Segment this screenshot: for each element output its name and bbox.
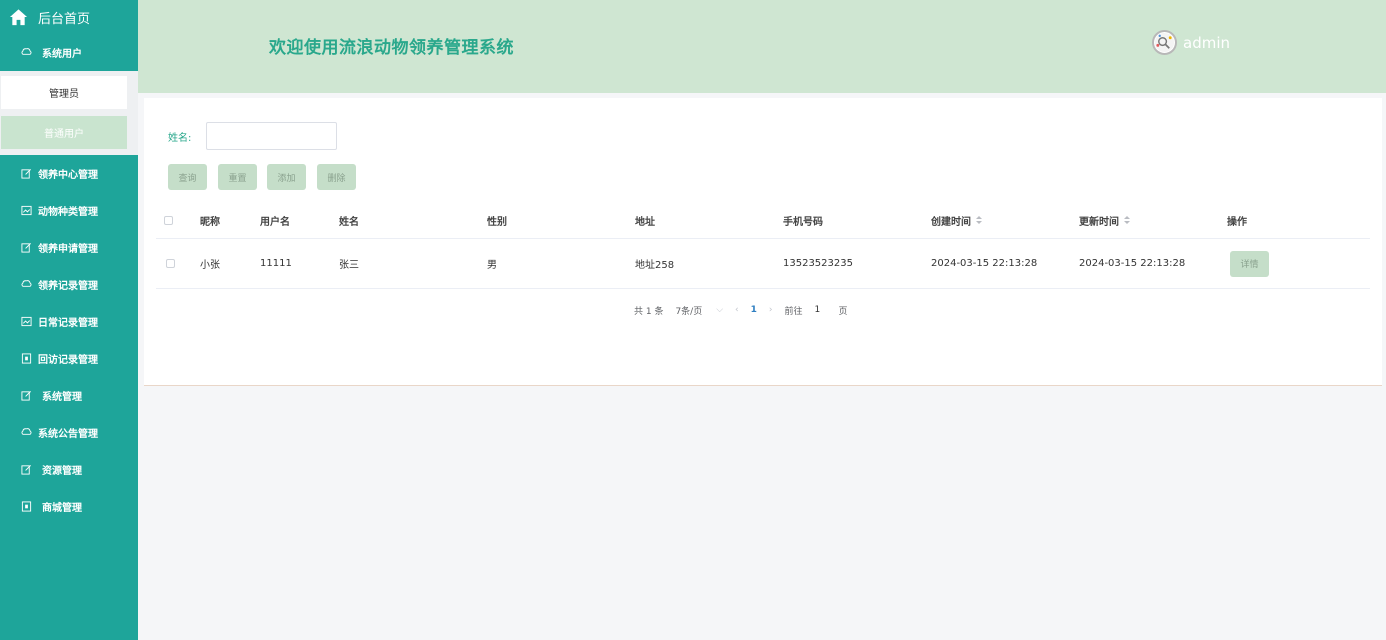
sidebar-item-system-users[interactable]: 系统用户	[0, 34, 138, 71]
column-header-phone: 手机号码	[783, 216, 823, 228]
sidebar-item-label: 日常记录管理	[38, 318, 98, 329]
select-all-checkbox[interactable]	[164, 215, 173, 225]
sidebar-item-label: 领养中心管理	[38, 170, 98, 181]
submenu-item-normal-users[interactable]: 普通用户	[1, 116, 127, 149]
edit-icon	[21, 168, 32, 179]
sidebar-item-daily-records[interactable]: 日常记录管理	[0, 303, 138, 340]
sidebar-item-announcements[interactable]: 系统公告管理	[0, 414, 138, 451]
cell-gender: 男	[487, 260, 497, 271]
home-icon	[9, 8, 28, 27]
detail-button[interactable]: 详情	[1230, 250, 1269, 277]
column-header-address: 地址	[635, 216, 655, 228]
query-button[interactable]: 查询	[168, 164, 207, 190]
doc-icon	[21, 501, 32, 512]
cloud-icon	[21, 279, 32, 290]
column-header-name: 姓名	[339, 216, 359, 228]
sidebar-item-label: 商城管理	[42, 503, 82, 514]
column-header-gender: 性别	[487, 216, 507, 228]
sidebar-item-label: 资源管理	[42, 466, 82, 477]
sort-icon[interactable]	[1124, 216, 1130, 224]
add-button[interactable]: 添加	[267, 164, 306, 190]
cloud-icon	[21, 47, 32, 58]
edit-icon	[21, 464, 32, 475]
edit-icon	[21, 390, 32, 401]
goto-page-input[interactable]: 1	[815, 305, 827, 315]
cell-name: 张三	[339, 260, 359, 271]
sidebar-item-adoption-applications[interactable]: 领养申请管理	[0, 229, 138, 266]
column-header-created-label: 创建时间	[931, 216, 971, 228]
cell-phone: 13523523235	[783, 258, 853, 269]
page-suffix: 页	[838, 306, 848, 317]
cell-address: 地址258	[635, 260, 675, 271]
name-search-input[interactable]	[206, 122, 337, 150]
top-header: 欢迎使用流浪动物领养管理系统 admin	[138, 0, 1386, 93]
sidebar-item-label: 回访记录管理	[38, 355, 98, 366]
row-checkbox[interactable]	[166, 259, 175, 268]
cloud-icon	[21, 427, 32, 438]
pagination-total: 共 1 条	[634, 306, 664, 317]
next-page-icon[interactable]: ›	[769, 305, 773, 315]
image-icon	[21, 205, 32, 216]
sidebar-item-animal-types[interactable]: 动物种类管理	[0, 192, 138, 229]
sidebar-item-resources[interactable]: 资源管理	[0, 451, 138, 488]
sidebar: 后台首页 系统用户 管理员 普通用户 领养中心管理 动物种类管理 领养申请管理 …	[0, 0, 138, 640]
cell-created: 2024-03-15 22:13:28	[931, 258, 1038, 269]
table-header: 昵称 用户名 姓名 性别 地址 手机号码 创建时间 更新时间 操作	[156, 202, 1370, 239]
column-header-updated[interactable]: 更新时间	[1079, 202, 1130, 238]
cell-username: 11111	[260, 258, 292, 269]
sidebar-item-followup-records[interactable]: 回访记录管理	[0, 340, 138, 377]
system-users-submenu: 管理员 普通用户	[0, 71, 138, 155]
sidebar-home-label: 后台首页	[38, 11, 91, 27]
pagination: 共 1 条 7条/页 ⌵ ‹ 1 › 前往 1 页	[634, 300, 860, 320]
sidebar-item-label: 领养记录管理	[38, 281, 98, 292]
sidebar-item-label: 动物种类管理	[38, 207, 98, 218]
image-icon	[21, 316, 32, 327]
page-size-value: 7条/页	[675, 306, 703, 317]
page-title: 欢迎使用流浪动物领养管理系统	[269, 38, 514, 58]
sidebar-item-mall[interactable]: 商城管理	[0, 488, 138, 525]
cell-updated: 2024-03-15 22:13:28	[1079, 258, 1186, 269]
sidebar-item-adoption-center[interactable]: 领养中心管理	[0, 155, 138, 192]
name-search-label: 姓名:	[168, 133, 192, 144]
sidebar-home[interactable]: 后台首页	[0, 0, 138, 34]
main-content: 姓名: 查询 重置 添加 删除 昵称 用户名 姓名 性别 地址 手机号码 创建时…	[144, 98, 1382, 386]
column-header-username: 用户名	[260, 216, 290, 228]
sidebar-item-label: 系统公告管理	[38, 429, 98, 440]
users-table: 昵称 用户名 姓名 性别 地址 手机号码 创建时间 更新时间 操作 小张 111…	[156, 202, 1370, 289]
column-header-created[interactable]: 创建时间	[931, 202, 982, 238]
submenu-item-admin[interactable]: 管理员	[1, 76, 127, 109]
user-menu[interactable]: admin	[1152, 30, 1230, 55]
edit-icon	[21, 242, 32, 253]
reset-button[interactable]: 重置	[218, 164, 257, 190]
sidebar-item-label: 领养申请管理	[38, 244, 98, 255]
sidebar-item-system-management[interactable]: 系统管理	[0, 377, 138, 414]
delete-button[interactable]: 删除	[317, 164, 356, 190]
column-header-actions: 操作	[1227, 216, 1247, 228]
page-number-current[interactable]: 1	[751, 305, 757, 315]
sidebar-item-label: 系统管理	[42, 392, 82, 403]
cell-nickname: 小张	[200, 260, 220, 271]
table-row: 小张 11111 张三 男 地址258 13523523235 2024-03-…	[156, 239, 1370, 289]
column-header-updated-label: 更新时间	[1079, 216, 1119, 228]
username: admin	[1183, 33, 1230, 52]
doc-icon	[21, 353, 32, 364]
chevron-down-icon: ⌵	[716, 305, 724, 315]
sidebar-item-adoption-records[interactable]: 领养记录管理	[0, 266, 138, 303]
avatar[interactable]	[1152, 30, 1177, 55]
column-header-nickname: 昵称	[200, 216, 220, 228]
prev-page-icon[interactable]: ‹	[735, 305, 739, 315]
goto-label: 前往	[784, 306, 803, 317]
sort-icon[interactable]	[976, 216, 982, 224]
sidebar-item-label: 系统用户	[42, 49, 82, 60]
page-size-select[interactable]: 7条/页 ⌵	[675, 304, 723, 317]
